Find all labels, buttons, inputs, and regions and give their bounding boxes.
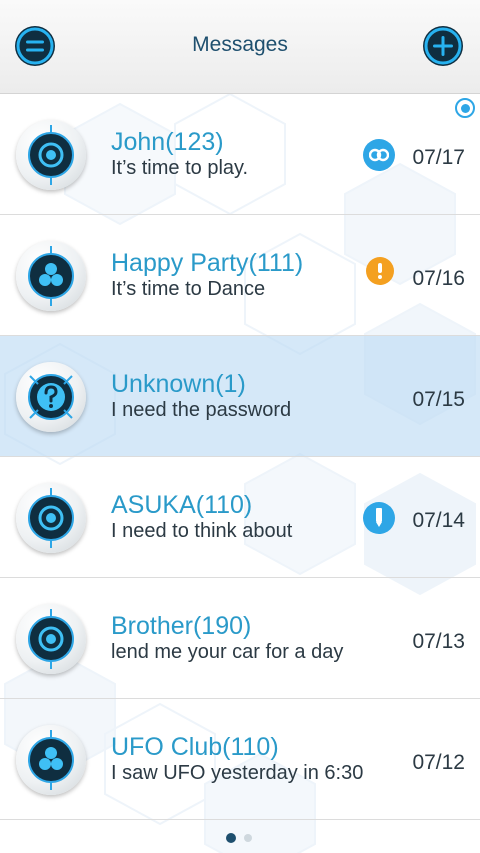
conversation-list: John(123) It’s time to play. 07/17 Happy… [0, 94, 480, 820]
contact-name: Happy Party(111) [111, 249, 304, 277]
conversation-row[interactable]: Unknown(1) I need the password 07/15 [0, 336, 480, 457]
message-preview: I saw UFO yesterday in 6:30 [111, 762, 364, 784]
conversation-row[interactable]: Happy Party(111) It’s time to Dance 07/1… [0, 215, 480, 336]
page-title: Messages [192, 33, 288, 56]
message-date: 07/17 [412, 146, 465, 169]
message-date: 07/12 [412, 751, 465, 774]
message-preview: I need the password [111, 399, 292, 421]
link-icon [363, 139, 395, 171]
message-preview: It’s time to play. [111, 157, 249, 179]
page-dot-active[interactable] [226, 833, 236, 843]
conversation-row[interactable]: ASUKA(110) I need to think about 07/14 [0, 457, 480, 578]
conversation-row[interactable]: UFO Club(110) I saw UFO yesterday in 6:3… [0, 699, 480, 820]
contact-name: UFO Club(110) [111, 733, 279, 761]
robot-avatar [16, 120, 86, 190]
robot-avatar [16, 483, 86, 553]
exclamation-icon [366, 257, 394, 285]
message-date: 07/13 [412, 630, 465, 653]
message-preview: lend me your car for a day [111, 641, 344, 663]
page-dot[interactable] [244, 834, 252, 842]
contact-name: Brother(190) [111, 612, 252, 640]
contact-name: John(123) [111, 128, 224, 156]
robot-avatar [16, 604, 86, 674]
group-avatar [16, 725, 86, 795]
question-avatar [16, 362, 86, 432]
plus-icon [424, 27, 462, 65]
status-dot [455, 98, 475, 118]
message-date: 07/15 [412, 388, 465, 411]
message-date: 07/14 [412, 509, 465, 532]
group-avatar [16, 241, 86, 311]
app-header: Messages [0, 0, 480, 94]
pencil-icon [363, 502, 395, 534]
message-date: 07/16 [412, 267, 465, 290]
add-button[interactable] [423, 26, 463, 66]
page-indicator [0, 833, 480, 845]
message-preview: It’s time to Dance [111, 278, 266, 300]
conversation-row[interactable]: Brother(190) lend me your car for a day … [0, 578, 480, 699]
contact-name: Unknown(1) [111, 370, 246, 398]
contact-name: ASUKA(110) [111, 491, 253, 519]
message-preview: I need to think about [111, 520, 293, 542]
conversation-row[interactable]: John(123) It’s time to play. 07/17 [0, 94, 480, 215]
